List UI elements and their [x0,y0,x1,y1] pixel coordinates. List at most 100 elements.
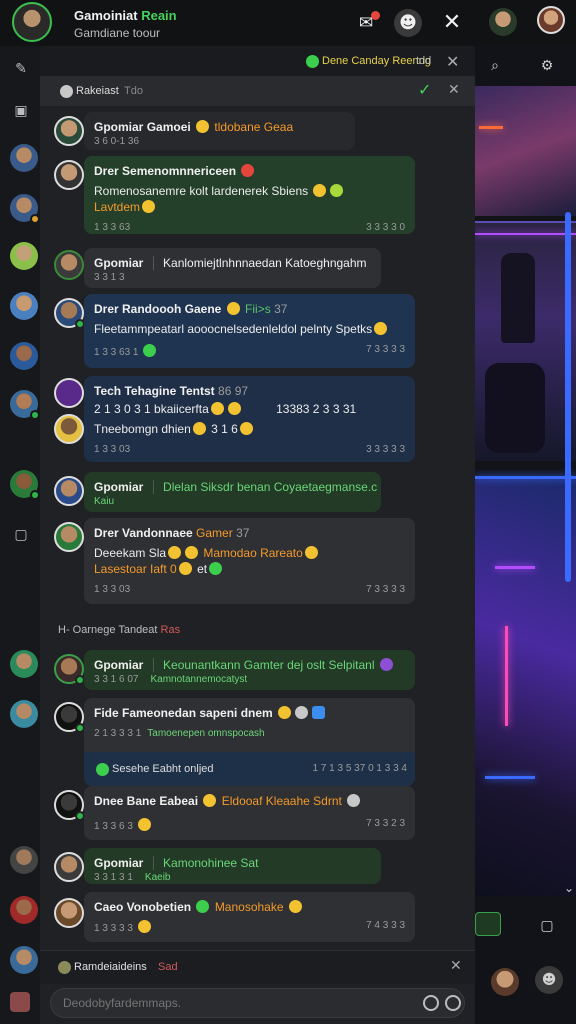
message-author[interactable]: Gpomiar [94,120,143,134]
profile-button[interactable]: ☻ [394,9,422,37]
game-art-pc[interactable] [475,476,576,896]
chevron-down-icon[interactable]: ⌄ [555,874,576,902]
scrollbar[interactable] [565,212,571,582]
message-input[interactable] [63,996,403,1010]
divider-suffix: Ras [160,624,181,636]
message-author[interactable]: Tech Tehagine Tentst [94,384,215,398]
divider-line [152,256,154,270]
close-button[interactable]: ✕ [438,9,466,37]
smile-emoji-icon [196,120,210,133]
filter-close-icon[interactable]: ✕ [446,52,459,71]
divider-label: H- Oarnege Tandeat [58,624,158,636]
message-time: 1 3 3 03 [94,584,131,595]
message-bubble: Gpomiar Gamoei tldobane Geaa 3 6 0-1 36 [84,112,355,150]
message-author[interactable]: Drer Vandonnaee [94,526,193,540]
chat-icon[interactable]: ▣ [12,102,30,120]
message-avatar[interactable] [54,852,84,882]
settings-icon[interactable]: ⚙ [533,52,561,80]
rail-avatar-4[interactable] [10,292,38,320]
rail-avatar-10[interactable] [10,846,38,874]
message-body: Fide Fameonedan sapeni dnem 2 1 3 3 3 1 … [84,698,415,739]
message-avatar[interactable] [54,476,84,506]
pencil-icon[interactable]: ✎ [12,60,30,78]
user-avatar-2[interactable] [537,6,565,34]
rail-avatar-8[interactable] [10,650,38,678]
message-author[interactable]: Gpomiar [94,856,143,870]
rail-avatar-2[interactable] [10,194,40,224]
filter-status-label[interactable]: Dene Canday Reenng [322,55,431,67]
message-bubble: Tech Tehagine Tentst 86 97 2 1 3 0 3 1 b… [84,376,415,462]
check-icon[interactable]: ✓ [418,80,431,99]
message-text: Keounantkann Gamter dej oslt Selpitanl [163,658,375,672]
message-avatar[interactable] [54,898,84,928]
attach-icon[interactable] [423,995,439,1011]
message-author[interactable]: Drer Randoooh Gaene [94,302,221,316]
message-meta: 1 3 3 3 3 7 4 3 3 3 [94,920,405,934]
message-author[interactable]: Gpomiar [94,658,143,672]
message-meta: 2 1 3 3 3 1 Tamoenepen omnspocash [94,728,405,739]
filter-status-suffix: tdd [416,55,432,67]
green-tag-button[interactable] [475,912,501,936]
message-author[interactable]: Caeo Vonobetien [94,900,191,914]
message-author[interactable]: Drer Semenomnnericeen [94,164,236,178]
pinned-close-icon[interactable]: ✕ [448,82,460,98]
message-avatar[interactable] [54,702,85,733]
message-avatar[interactable] [54,298,85,329]
pinned-bar: Rakeiast Tdo ✓ ✕ [40,76,475,106]
message-time-right: 7 3 3 2 3 [366,818,405,829]
game-art-soldiers[interactable] [475,221,576,461]
message-time: 1 3 3 03 [94,444,131,455]
rail-avatar-1[interactable] [10,144,38,172]
rail-avatar-6[interactable] [10,390,40,420]
message-author[interactable]: Gpomiar [94,256,143,270]
pinned-label: Rakeiast [76,85,119,97]
message-time: 1 3 3 6 3 [94,821,133,832]
message-author-suffix: Fii>s [245,302,271,316]
rail-avatar-7[interactable] [10,470,40,500]
message-meta: 1 3 3 6 3 7 3 3 2 3 [94,818,405,832]
message-author[interactable]: Gpomiar [94,480,143,494]
message-avatar[interactable] [54,378,84,408]
notifications-button[interactable]: ✉ [352,9,380,37]
media-sidebar: ⌕ ⚙ ▣ ⌄ ▢ ☻ [475,46,576,1024]
message-avatar[interactable] [54,654,85,685]
message-avatar[interactable] [54,790,85,821]
more-icon[interactable]: ▢ [533,912,561,940]
reply-close-icon[interactable]: ✕ [450,958,462,974]
sidebar-user-avatar[interactable] [491,968,519,996]
reaction-icon[interactable] [143,344,157,357]
message-bubble: Gpomiar Kanlomiejtlnhnnaedan Katoeghngah… [84,248,381,288]
rail-avatar-13[interactable] [10,992,30,1012]
rail-avatar-11[interactable] [10,896,38,924]
message-meta: 3 3 1 3 1 Kaeib [94,872,371,883]
message-composer[interactable] [50,988,465,1018]
message-text-content: Romenosanemre kolt lardenerek Sbiens [94,184,309,198]
rail-avatar-5[interactable] [10,342,38,370]
message-meta: 1 3 3 63 3 3 3 3 0 [94,222,405,233]
reaction-icon[interactable] [137,920,151,933]
search-icon[interactable]: ⌕ [481,52,509,80]
message-avatar[interactable] [54,414,84,444]
game-art-banner[interactable] [475,86,576,216]
message-author[interactable]: Dnee Bane Eabeai [94,794,198,808]
smile-emoji-icon [288,900,302,913]
badge-emoji-icon [312,706,326,719]
message-avatar[interactable] [54,116,84,146]
rail-avatar-12[interactable] [10,946,38,974]
channel-avatar[interactable] [12,2,52,42]
message-text: Romenosanemre kolt lardenerek Sbiens [94,184,405,198]
message-bubble: Gpomiar Kamonohinee Sat 3 3 1 3 1 Kaeib [84,848,381,884]
message-avatar[interactable] [54,522,84,552]
user-avatar-1[interactable] [489,8,517,36]
emoji-picker-icon[interactable] [445,995,461,1011]
message-avatar[interactable] [54,160,84,190]
server-icon[interactable]: ▢ [12,526,30,544]
smile-emoji-icon [168,546,182,559]
message-author[interactable]: Fide Fameonedan sapeni dnem [94,706,273,720]
rail-avatar-3[interactable] [10,242,38,270]
message-avatar[interactable] [54,250,84,280]
user-menu-icon[interactable]: ☻ [535,966,563,994]
rail-avatar-9[interactable] [10,700,38,728]
reaction-icon[interactable] [137,818,151,831]
message-accent: Eldooaf Kleaahe Sdrnt [221,794,342,808]
